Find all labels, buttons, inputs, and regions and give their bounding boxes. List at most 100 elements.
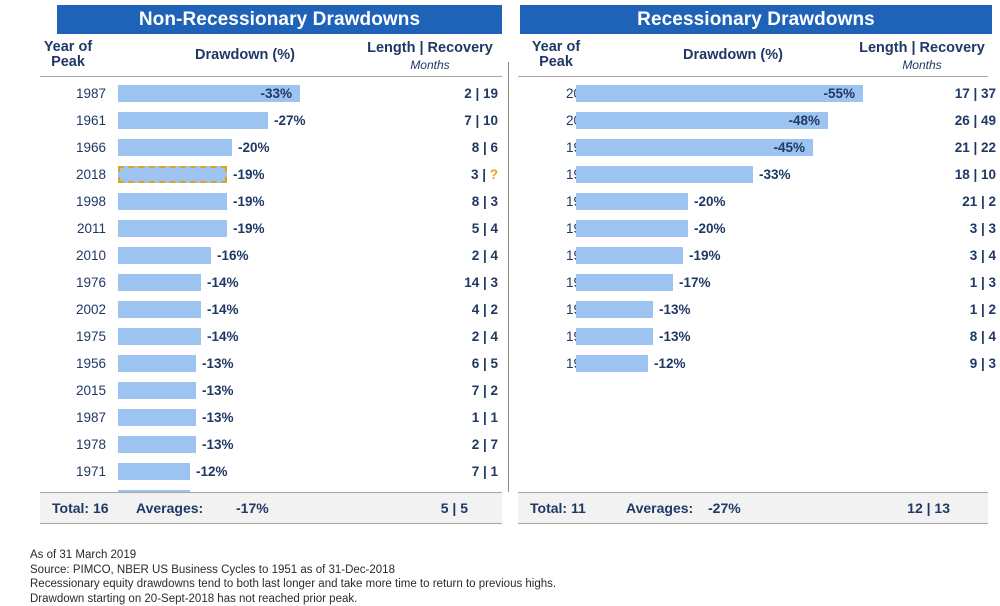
column-header-length-right: Length | Recovery Months xyxy=(859,40,985,73)
row-drawdown-pct: -12% xyxy=(654,356,686,371)
row-year: 2010 xyxy=(75,248,106,263)
row-length-value: 3 | xyxy=(470,167,490,182)
drawdown-bar xyxy=(118,355,196,372)
drawdown-bar xyxy=(118,112,268,129)
drawdown-bar xyxy=(118,301,201,318)
row-drawdown-pct: -13% xyxy=(659,302,691,317)
averages-label-left: Averages: xyxy=(136,500,204,516)
table-row: 1987 -33% 2 | 19 xyxy=(0,80,508,107)
drawdown-bar xyxy=(118,139,232,156)
drawdown-bar xyxy=(118,328,201,345)
row-drawdown-pct: -13% xyxy=(202,356,234,371)
row-drawdown-pct: -33% xyxy=(759,167,791,182)
row-year: 1998 xyxy=(75,194,106,209)
row-length-recovery: 8 | 6 xyxy=(471,140,498,155)
row-length-recovery: 18 | 10 xyxy=(954,167,996,182)
header-rule-right xyxy=(518,76,988,77)
rows-recessionary: 2007-55%17 | 372000-48%26 | 491973-45%21… xyxy=(508,80,1000,484)
row-length-recovery: 3 | ? xyxy=(352,161,498,188)
table-row: 2007-55%17 | 37 xyxy=(508,80,1000,107)
table-row: 2010 -16% 2 | 4 xyxy=(0,242,508,269)
table-row: 1976 -14% 14 | 3 xyxy=(0,269,508,296)
drawdown-bar xyxy=(576,166,753,183)
drawdown-bar xyxy=(118,436,196,453)
table-row: 1978 -13% 2 | 7 xyxy=(0,431,508,458)
drawdown-bar xyxy=(576,247,683,264)
row-length-recovery: 3 | 3 xyxy=(969,221,996,236)
row-length-recovery: 5 | 4 xyxy=(471,221,498,236)
row-drawdown-pct: -20% xyxy=(238,140,270,155)
row-year: 2011 xyxy=(76,221,106,236)
table-row: 1973-45%21 | 22 xyxy=(508,134,1000,161)
totals-row-right: Total: 11 Averages: -27% 12 | 13 xyxy=(518,492,988,524)
row-drawdown-pct: -20% xyxy=(694,194,726,209)
drawdown-bar xyxy=(118,409,196,426)
drawdown-bar xyxy=(576,301,653,318)
row-drawdown-pct: -12% xyxy=(196,464,228,479)
averages-label-right: Averages: xyxy=(626,500,694,516)
table-row: 2000-48%26 | 49 xyxy=(508,107,1000,134)
average-pct-right: -27% xyxy=(708,500,741,516)
row-length-recovery: 7 | 2 xyxy=(471,383,498,398)
table-row: 1990-19%3 | 4 xyxy=(508,242,1000,269)
table-row: 1957-20%3 | 3 xyxy=(508,215,1000,242)
row-length-recovery: 14 | 3 xyxy=(464,275,498,290)
row-length-recovery: 6 | 5 xyxy=(471,356,498,371)
row-drawdown-pct: -19% xyxy=(233,194,265,209)
table-row: 1956 -13% 6 | 5 xyxy=(0,350,508,377)
row-length-recovery: 7 | 10 xyxy=(464,113,498,128)
row-drawdown-pct: -48% xyxy=(788,113,820,128)
header-rule-left xyxy=(40,76,502,77)
drawdown-bar xyxy=(118,274,201,291)
footnote-line: Source: PIMCO, NBER US Business Cycles t… xyxy=(30,563,395,576)
row-length-recovery: 1 | 1 xyxy=(471,410,498,425)
drawdown-tables: Non-Recessionary Drawdowns Year of Peak … xyxy=(0,0,1000,540)
row-length-recovery: 8 | 3 xyxy=(471,194,498,209)
row-year: 1987 xyxy=(75,410,106,425)
row-length-recovery: 26 | 49 xyxy=(954,113,996,128)
table-row: 1968-33%18 | 10 xyxy=(508,161,1000,188)
drawdown-bar xyxy=(576,193,688,210)
table-row: 2015 -13% 7 | 2 xyxy=(0,377,508,404)
row-drawdown-pct: -27% xyxy=(274,113,306,128)
row-drawdown-pct: -20% xyxy=(694,221,726,236)
table-row: 1960-12%9 | 3 xyxy=(508,350,1000,377)
row-length-recovery: 7 | 1 xyxy=(471,464,498,479)
row-length-recovery: 4 | 2 xyxy=(471,302,498,317)
column-header-length-left: Length | Recovery Months xyxy=(367,40,493,73)
row-drawdown-pct: -19% xyxy=(689,248,721,263)
footnote-line: Drawdown starting on 20-Sept-2018 has no… xyxy=(30,592,358,605)
footnote-line: As of 31 March 2019 xyxy=(30,549,137,561)
table-row: 1961 -27% 7 | 10 xyxy=(0,107,508,134)
row-year: 1956 xyxy=(75,356,106,371)
row-year: 2002 xyxy=(75,302,106,317)
row-length-recovery: 3 | 4 xyxy=(969,248,996,263)
row-drawdown-pct: -19% xyxy=(233,221,265,236)
table-row: 1953-13%8 | 4 xyxy=(508,323,1000,350)
column-header-drawdown-right: Drawdown (%) xyxy=(683,47,783,63)
row-drawdown-pct: -16% xyxy=(217,248,249,263)
total-label-right: Total: 11 xyxy=(530,500,586,516)
row-length-recovery: 1 | 3 xyxy=(969,275,996,290)
table-row: 2018 -19% 3 | ? xyxy=(0,161,508,188)
row-year: 2015 xyxy=(75,383,106,398)
row-length-recovery: 17 | 37 xyxy=(954,86,996,101)
column-header-year-left: Year of Peak xyxy=(43,39,93,70)
footnote-line: Recessionary equity drawdowns tend to bo… xyxy=(30,578,557,590)
row-drawdown-pct: -14% xyxy=(207,329,239,344)
panel-title-non-recessionary: Non-Recessionary Drawdowns xyxy=(57,5,502,34)
row-drawdown-pct: -33% xyxy=(260,86,292,101)
row-length-recovery: 8 | 4 xyxy=(969,329,996,344)
drawdown-bar xyxy=(576,355,648,372)
row-drawdown-pct: -13% xyxy=(202,383,234,398)
row-length-recovery: 2 | 7 xyxy=(471,437,498,452)
row-year: 1966 xyxy=(75,140,106,155)
table-row: 2011 -19% 5 | 4 xyxy=(0,215,508,242)
average-pct-left: -17% xyxy=(236,500,269,516)
rows-non-recessionary: 1987 -33% 2 | 19 1961 -27% 7 | 10 1966 -20% 8 | … xyxy=(0,80,508,507)
drawdown-bar xyxy=(118,220,227,237)
average-lr-right: 12 | 13 xyxy=(907,500,950,516)
table-row: 1966 -20% 8 | 6 xyxy=(0,134,508,161)
row-drawdown-pct: -45% xyxy=(773,140,805,155)
row-year: 1976 xyxy=(75,275,106,290)
